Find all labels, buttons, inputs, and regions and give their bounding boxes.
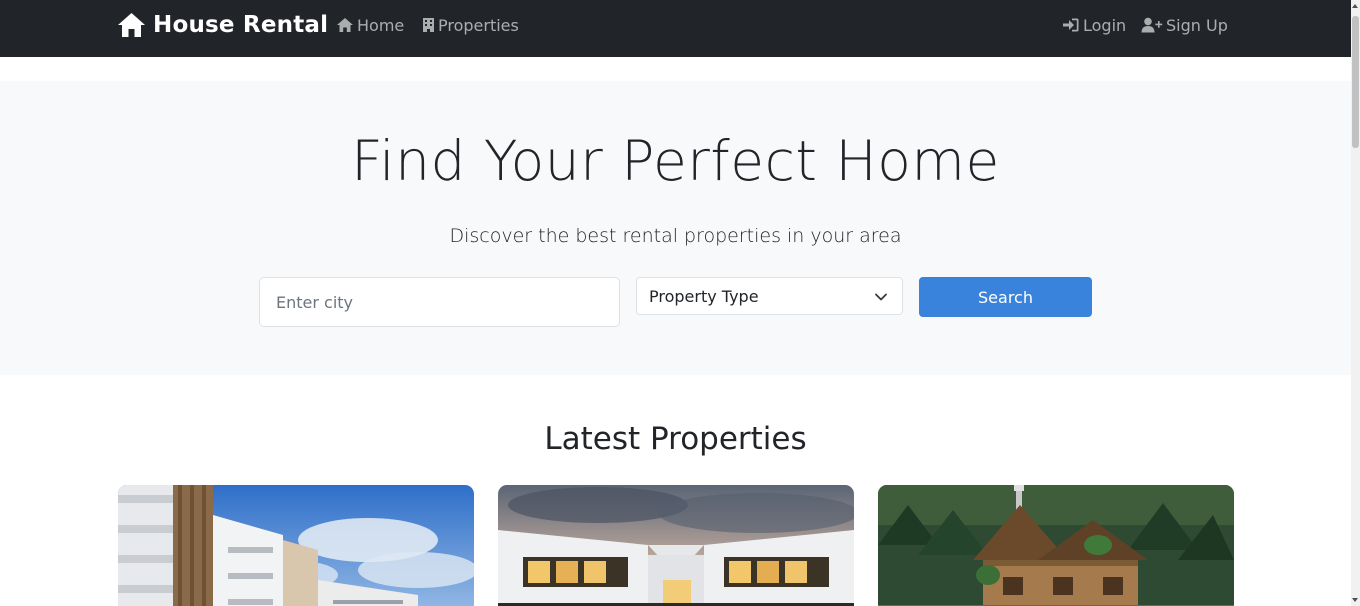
scroll-down-arrow-icon[interactable] xyxy=(1352,598,1358,602)
hero-section: Find Your Perfect Home Discover the best… xyxy=(0,81,1351,375)
nav-home-label: Home xyxy=(357,15,405,35)
scroll-up-arrow-icon[interactable] xyxy=(1352,4,1358,8)
apartment-building-photo xyxy=(118,485,474,606)
property-card[interactable] xyxy=(878,485,1234,606)
property-type-select[interactable]: Property Type xyxy=(636,277,903,315)
nav-login-link[interactable]: Login xyxy=(1062,14,1126,36)
scrollbar-thumb[interactable] xyxy=(1352,16,1359,148)
property-type-value: Property Type xyxy=(649,286,759,306)
navbar: House Rental Home Properties Login Sign … xyxy=(0,0,1351,57)
nav-properties-label: Properties xyxy=(438,15,519,35)
nav-properties-link[interactable]: Properties xyxy=(422,14,519,36)
user-plus-icon xyxy=(1141,17,1163,33)
house-icon xyxy=(118,13,145,37)
building-icon xyxy=(423,18,434,32)
nav-login-label: Login xyxy=(1083,15,1127,35)
wooden-cottage-forest-photo xyxy=(878,485,1234,606)
property-card[interactable] xyxy=(498,485,854,606)
latest-properties-title: Latest Properties xyxy=(544,421,807,457)
page-scrollbar[interactable] xyxy=(1351,0,1360,606)
search-button[interactable]: Search xyxy=(919,277,1092,317)
property-card[interactable] xyxy=(118,485,474,606)
nav-home-link[interactable]: Home xyxy=(336,14,404,36)
brand-label: House Rental xyxy=(153,12,329,38)
login-icon xyxy=(1063,18,1079,32)
brand-link[interactable]: House Rental xyxy=(117,10,328,40)
hero-title: Find Your Perfect Home xyxy=(351,129,1000,193)
hero-subtitle: Discover the best rental properties in y… xyxy=(449,225,902,247)
modern-white-house-photo xyxy=(498,485,854,606)
nav-signup-link[interactable]: Sign Up xyxy=(1141,14,1228,36)
nav-signup-label: Sign Up xyxy=(1166,15,1228,35)
home-icon xyxy=(337,18,353,32)
city-input[interactable] xyxy=(259,277,620,327)
chevron-down-icon xyxy=(875,293,887,301)
